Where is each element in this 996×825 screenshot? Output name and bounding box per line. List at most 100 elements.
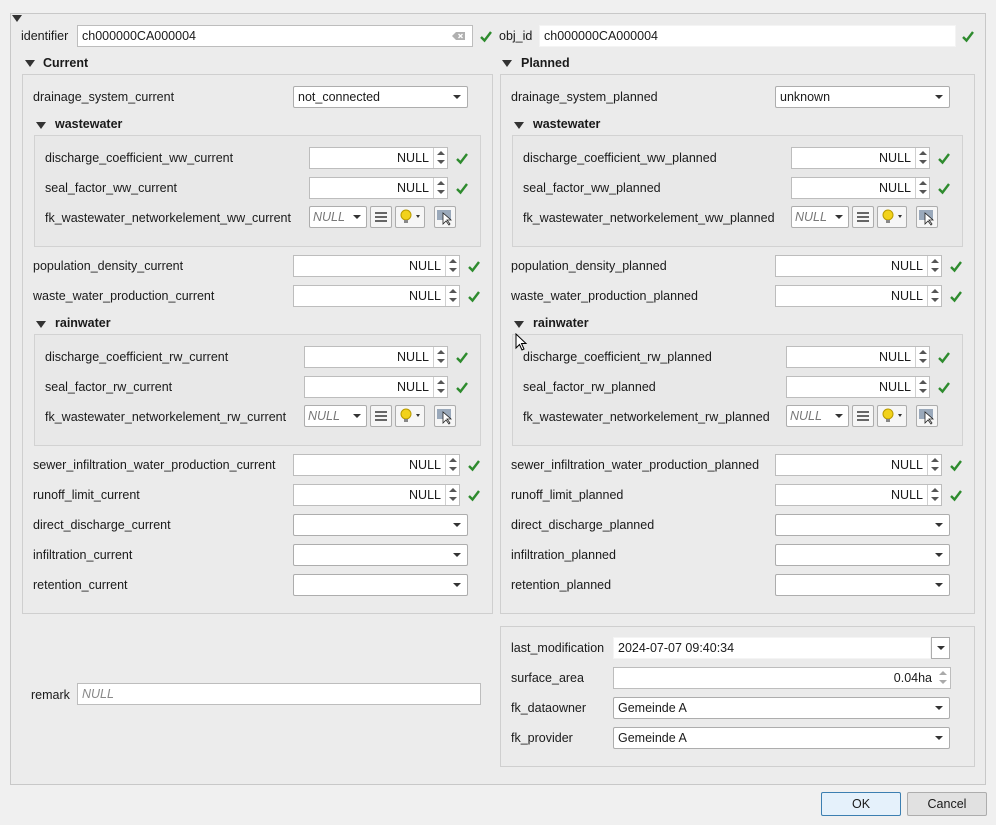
open-form-button[interactable] — [852, 206, 874, 228]
open-form-button[interactable] — [370, 405, 392, 427]
spin-down-icon[interactable] — [919, 389, 927, 393]
spin-up-icon[interactable] — [449, 259, 457, 263]
rw-current-title: rainwater — [55, 316, 111, 330]
spin-up-icon[interactable] — [437, 181, 445, 185]
identify-button[interactable] — [434, 405, 456, 427]
spin-up-icon[interactable] — [449, 289, 457, 293]
spin-down-icon[interactable] — [939, 680, 947, 684]
spin-down-icon[interactable] — [449, 467, 457, 471]
collapse-form-icon[interactable] — [12, 15, 22, 22]
dd-current-select[interactable] — [293, 514, 468, 536]
spin-up-icon[interactable] — [931, 259, 939, 263]
drainage-system-current-select[interactable]: not_connected — [293, 86, 468, 108]
chevron-down-icon — [935, 95, 943, 99]
dd-planned-select[interactable] — [775, 514, 950, 536]
spin-up-icon[interactable] — [919, 151, 927, 155]
spin-down-icon[interactable] — [931, 268, 939, 272]
spin-down-icon[interactable] — [919, 359, 927, 363]
spin-up-icon[interactable] — [919, 380, 927, 384]
spin-down-icon[interactable] — [437, 359, 445, 363]
spin-down-icon[interactable] — [449, 268, 457, 272]
fk-rw-planned-select[interactable]: NULL — [786, 405, 849, 427]
collapse-current-icon[interactable] — [25, 60, 35, 67]
spin-down-icon[interactable] — [919, 190, 927, 194]
collapse-rw-planned-icon[interactable] — [514, 321, 524, 328]
ret-current-select[interactable] — [293, 574, 468, 596]
siw-planned-spinbox[interactable]: NULL — [775, 454, 942, 476]
pop-current-spinbox[interactable]: NULL — [293, 255, 460, 277]
rw-planned-title: rainwater — [533, 316, 589, 330]
spin-down-icon[interactable] — [449, 298, 457, 302]
highlight-button[interactable] — [877, 206, 907, 228]
spin-up-icon[interactable] — [919, 350, 927, 354]
collapse-ww-planned-icon[interactable] — [514, 122, 524, 129]
spin-up-icon[interactable] — [939, 671, 947, 675]
inf-current-select[interactable] — [293, 544, 468, 566]
highlight-button[interactable] — [395, 206, 425, 228]
spin-down-icon[interactable] — [449, 497, 457, 501]
dc-ww-planned-spinbox[interactable]: NULL — [791, 147, 930, 169]
spin-up-icon[interactable] — [449, 458, 457, 462]
last-modification-input[interactable]: 2024-07-07 09:40:34 — [613, 637, 931, 659]
dc-ww-planned-label: discharge_coefficient_ww_planned — [523, 151, 717, 165]
chevron-down-icon — [353, 414, 361, 418]
identify-button[interactable] — [434, 206, 456, 228]
dc-rw-planned-spinbox[interactable]: NULL — [786, 346, 930, 368]
spin-up-icon[interactable] — [437, 151, 445, 155]
ret-planned-select[interactable] — [775, 574, 950, 596]
spin-down-icon[interactable] — [931, 467, 939, 471]
identifier-input[interactable]: ch000000CA000004 — [77, 25, 473, 47]
cancel-button[interactable]: Cancel — [907, 792, 987, 816]
spin-down-icon[interactable] — [437, 160, 445, 164]
ok-button[interactable]: OK — [821, 792, 901, 816]
fk-dataowner-select[interactable]: Gemeinde A — [613, 697, 950, 719]
wwp-current-spinbox[interactable]: NULL — [293, 285, 460, 307]
remark-label: remark — [31, 688, 70, 702]
spin-up-icon[interactable] — [437, 350, 445, 354]
rl-planned-spinbox[interactable]: NULL — [775, 484, 942, 506]
obj-id-input[interactable]: ch000000CA000004 — [539, 25, 956, 47]
fk-ww-planned-select[interactable]: NULL — [791, 206, 849, 228]
date-picker-button[interactable] — [931, 637, 950, 659]
open-form-button[interactable] — [370, 206, 392, 228]
spin-down-icon[interactable] — [931, 497, 939, 501]
wwp-planned-spinbox[interactable]: NULL — [775, 285, 942, 307]
dc-rw-current-spinbox[interactable]: NULL — [304, 346, 448, 368]
sf-rw-current-spinbox[interactable]: NULL — [304, 376, 448, 398]
collapse-planned-icon[interactable] — [502, 60, 512, 67]
pop-planned-spinbox[interactable]: NULL — [775, 255, 942, 277]
highlight-button[interactable] — [877, 405, 907, 427]
sf-ww-current-label: seal_factor_ww_current — [45, 181, 178, 195]
chevron-down-icon — [935, 583, 943, 587]
fk-provider-select[interactable]: Gemeinde A — [613, 727, 950, 749]
spin-down-icon[interactable] — [931, 298, 939, 302]
inf-planned-select[interactable] — [775, 544, 950, 566]
spin-up-icon[interactable] — [437, 380, 445, 384]
spin-down-icon[interactable] — [437, 389, 445, 393]
spin-down-icon[interactable] — [919, 160, 927, 164]
sf-rw-planned-spinbox[interactable]: NULL — [786, 376, 930, 398]
collapse-rw-current-icon[interactable] — [36, 321, 46, 328]
fk-ww-current-select[interactable]: NULL — [309, 206, 367, 228]
siw-current-spinbox[interactable]: NULL — [293, 454, 460, 476]
sf-ww-planned-spinbox[interactable]: NULL — [791, 177, 930, 199]
spin-up-icon[interactable] — [931, 458, 939, 462]
dc-ww-current-spinbox[interactable]: NULL — [309, 147, 448, 169]
identify-button[interactable] — [916, 206, 938, 228]
highlight-button[interactable] — [395, 405, 425, 427]
spin-up-icon[interactable] — [931, 289, 939, 293]
fk-rw-current-select[interactable]: NULL — [304, 405, 367, 427]
drainage-system-planned-select[interactable]: unknown — [775, 86, 950, 108]
clear-icon[interactable] — [452, 31, 466, 41]
spin-up-icon[interactable] — [931, 488, 939, 492]
rl-current-spinbox[interactable]: NULL — [293, 484, 460, 506]
open-form-button[interactable] — [852, 405, 874, 427]
spin-up-icon[interactable] — [449, 488, 457, 492]
spin-down-icon[interactable] — [437, 190, 445, 194]
remark-input[interactable]: NULL — [77, 683, 481, 705]
identify-button[interactable] — [916, 405, 938, 427]
collapse-ww-current-icon[interactable] — [36, 122, 46, 129]
spin-up-icon[interactable] — [919, 181, 927, 185]
surface-area-spinbox[interactable]: 0.04ha — [613, 667, 951, 689]
sf-ww-current-spinbox[interactable]: NULL — [309, 177, 448, 199]
